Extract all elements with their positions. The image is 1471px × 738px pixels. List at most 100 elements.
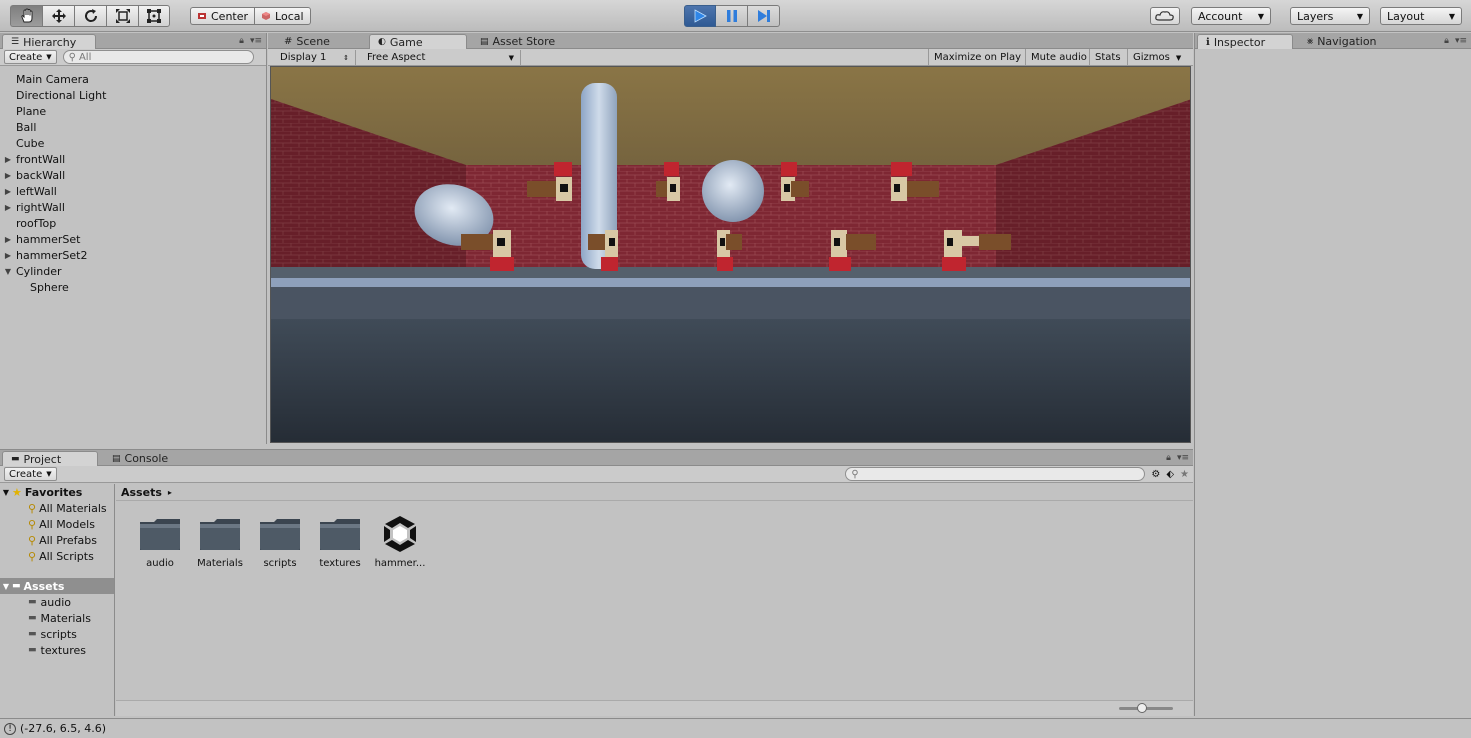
hand-tool-icon — [20, 8, 32, 23]
favorites-label: Favorites — [24, 485, 83, 499]
favorite-star-icon[interactable]: ★ — [1180, 469, 1189, 480]
hierarchy-item[interactable]: ▶ leftWall — [0, 183, 266, 199]
asset-item[interactable]: scripts — [250, 514, 310, 569]
gizmos-dropdown[interactable]: Gizmos ▼ — [1127, 49, 1186, 66]
zoom-slider[interactable] — [1119, 703, 1173, 713]
mute-audio-toggle[interactable]: Mute audio — [1025, 49, 1092, 66]
hand-tool-button[interactable] — [10, 5, 42, 27]
hierarchy-item[interactable]: ▶ rightWall — [0, 199, 266, 215]
hierarchy-item[interactable]: Cube — [0, 135, 266, 151]
pivot-local-button[interactable]: Local — [254, 7, 311, 25]
hierarchy-search-input[interactable]: ⚲ All — [62, 50, 254, 64]
pause-button[interactable] — [716, 5, 748, 27]
collapsed-triangle-icon[interactable]: ▶ — [0, 187, 16, 196]
tab-game[interactable]: ◐ Game — [369, 34, 467, 49]
tab-hierarchy[interactable]: ☰ Hierarchy — [2, 34, 96, 49]
asset-item[interactable]: textures — [310, 514, 370, 569]
game-panel: # Scene ◐ Game ▤ Asset Store Display 1 ⇕… — [268, 33, 1193, 444]
collapsed-triangle-icon[interactable]: ▶ — [0, 171, 16, 180]
project-create-dropdown[interactable]: Create ▼ — [4, 467, 57, 481]
hierarchy-item[interactable]: Main Camera — [0, 71, 266, 87]
collapsed-triangle-icon[interactable]: ▶ — [0, 155, 16, 164]
lock-icon[interactable]: 🔒︎ — [239, 36, 244, 46]
play-icon — [694, 9, 707, 23]
hierarchy-item[interactable]: ▶ hammerSet — [0, 231, 266, 247]
collapsed-triangle-icon[interactable]: ▶ — [0, 203, 16, 212]
hierarchy-item[interactable]: ▶ hammerSet2 — [0, 247, 266, 263]
tab-asset-store[interactable]: ▤ Asset Store — [472, 34, 563, 49]
tab-project[interactable]: ▬ Project — [2, 451, 98, 466]
favorite-item[interactable]: ⚲ All Scripts — [0, 548, 114, 564]
tab-scene[interactable]: # Scene — [276, 34, 338, 49]
layers-dropdown[interactable]: Layers ▼ — [1290, 7, 1370, 25]
asset-item[interactable]: Materials — [190, 514, 250, 569]
asset-item[interactable]: audio — [130, 514, 190, 569]
hierarchy-item[interactable]: ▶ backWall — [0, 167, 266, 183]
asset-folder-item[interactable]: ▬ scripts — [0, 626, 114, 642]
folder-icon — [258, 514, 302, 554]
hierarchy-item[interactable]: ▶ frontWall — [0, 151, 266, 167]
layout-dropdown[interactable]: Layout ▼ — [1380, 7, 1462, 25]
tab-inspector-label: Inspector — [1213, 35, 1266, 49]
hierarchy-item-label: hammerSet2 — [16, 248, 88, 262]
favorite-item[interactable]: ⚲ All Models — [0, 516, 114, 532]
unity-editor-window: Center Local Account ▼ Layers ▼ Layout ▼… — [0, 0, 1471, 738]
rect-tool-button[interactable] — [138, 5, 170, 27]
hierarchy-item[interactable]: Ball — [0, 119, 266, 135]
asset-item[interactable]: hammer... — [370, 514, 430, 569]
maximize-on-play-toggle[interactable]: Maximize on Play — [928, 49, 1026, 66]
filter-by-label-icon[interactable]: ⬖ — [1166, 469, 1174, 480]
status-message[interactable]: (-27.6, 6.5, 4.6) — [20, 722, 106, 735]
lock-icon[interactable]: 🔒︎ — [1444, 36, 1449, 46]
account-dropdown[interactable]: Account ▼ — [1191, 7, 1271, 25]
expanded-triangle-icon: ▼ — [2, 581, 10, 591]
account-label: Account — [1198, 9, 1243, 23]
lock-icon[interactable]: 🔒︎ — [1166, 453, 1171, 463]
project-bottom-bar — [116, 700, 1193, 716]
chevron-down-icon: ▼ — [1257, 11, 1264, 21]
folder-icon: ▬ — [12, 581, 21, 591]
move-tool-button[interactable] — [42, 5, 74, 27]
hierarchy-item-label: frontWall — [16, 152, 66, 166]
aspect-dropdown[interactable]: Free Aspect ▼ — [361, 50, 521, 65]
chevron-down-icon: ▼ — [46, 53, 52, 61]
hierarchy-item[interactable]: Plane — [0, 103, 266, 119]
cloud-button[interactable] — [1150, 7, 1180, 25]
pivot-center-button[interactable]: Center — [190, 7, 255, 25]
collapsed-triangle-icon[interactable]: ▶ — [0, 251, 16, 260]
display-dropdown[interactable]: Display 1 ⇕ — [274, 50, 356, 65]
expanded-triangle-icon[interactable]: ▼ — [0, 267, 16, 276]
tab-console[interactable]: ▤ Console — [104, 451, 176, 466]
play-button[interactable] — [684, 5, 716, 27]
asset-folder-list: ▬ audio ▬ Materials ▬ scripts ▬ textures — [0, 594, 114, 658]
panel-menu-icon[interactable]: ▾≡ — [1455, 36, 1467, 46]
hierarchy-item[interactable]: Sphere — [0, 279, 266, 295]
hierarchy-item[interactable]: Directional Light — [0, 87, 266, 103]
filter-by-type-icon[interactable]: ⚙ — [1151, 469, 1160, 480]
asset-folder-item[interactable]: ▬ audio — [0, 594, 114, 610]
rotate-tool-button[interactable] — [74, 5, 106, 27]
favorite-item[interactable]: ⚲ All Materials — [0, 500, 114, 516]
panel-menu-icon[interactable]: ▾≡ — [1177, 453, 1189, 463]
navigation-icon: ⨳ — [1307, 36, 1314, 47]
favorites-header[interactable]: ▼ ★ Favorites — [0, 484, 114, 500]
list-icon: ☰ — [11, 37, 20, 47]
hierarchy-item[interactable]: ▼ Cylinder — [0, 263, 266, 279]
collapsed-triangle-icon[interactable]: ▶ — [0, 235, 16, 244]
tab-inspector[interactable]: ℹ Inspector — [1197, 34, 1293, 49]
asset-folder-item[interactable]: ▬ Materials — [0, 610, 114, 626]
assets-root[interactable]: ▼ ▬ Assets — [0, 578, 114, 594]
favorite-item[interactable]: ⚲ All Prefabs — [0, 532, 114, 548]
game-viewport[interactable] — [270, 66, 1191, 443]
step-button[interactable] — [748, 5, 780, 27]
scale-tool-button[interactable] — [106, 5, 138, 27]
project-search-input[interactable]: ⚲ — [845, 467, 1146, 481]
panel-menu-icon[interactable]: ▾≡ — [250, 36, 262, 46]
asset-folder-item[interactable]: ▬ textures — [0, 642, 114, 658]
stats-toggle[interactable]: Stats — [1089, 49, 1126, 66]
tab-navigation[interactable]: ⨳ Navigation — [1299, 34, 1385, 49]
hierarchy-item[interactable]: roofTop — [0, 215, 266, 231]
breadcrumb-assets[interactable]: Assets — [121, 486, 162, 499]
hierarchy-create-dropdown[interactable]: Create ▼ — [4, 50, 57, 64]
zoom-slider-thumb[interactable] — [1137, 703, 1147, 713]
